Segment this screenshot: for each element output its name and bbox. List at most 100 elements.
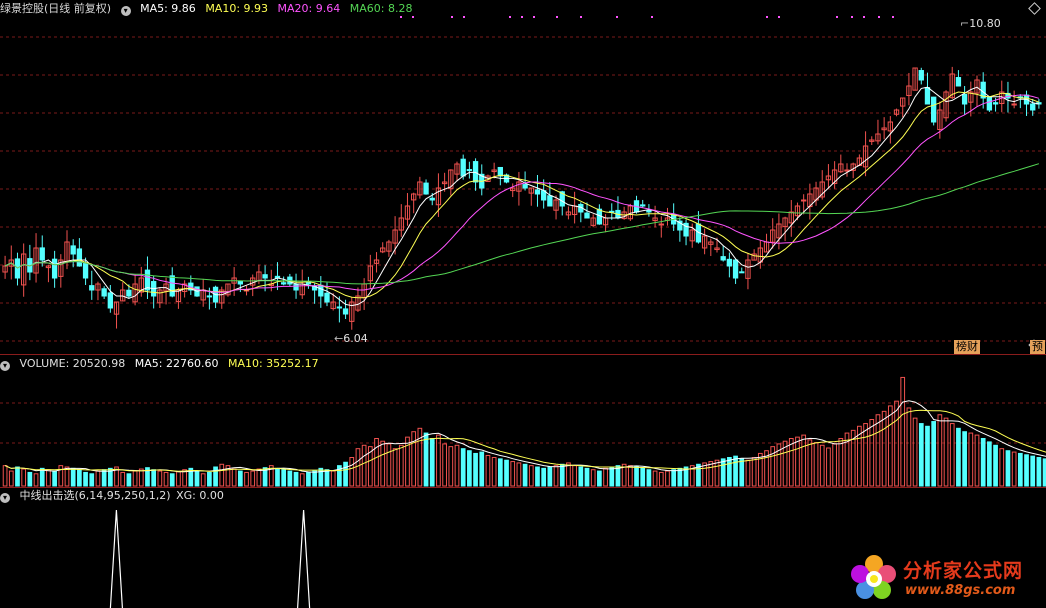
marker-dot (509, 16, 511, 18)
volume-bar (120, 471, 126, 487)
marker-dot (878, 16, 880, 18)
volume-bar (925, 425, 930, 487)
volume-bar (541, 467, 547, 487)
volume-bar (634, 466, 639, 487)
volume-bar (39, 467, 45, 487)
volume-bar (918, 423, 924, 487)
volume-bar (380, 440, 386, 487)
volume-bar (58, 465, 64, 487)
volume-bar (708, 461, 714, 487)
volume-bar (101, 469, 107, 487)
volume-bar (460, 448, 466, 487)
volume-bar (727, 457, 732, 487)
volume-bar (1030, 455, 1036, 487)
volume-bar (906, 407, 912, 487)
volume-bar (1024, 454, 1029, 487)
volume-bar (287, 470, 293, 487)
volume-bar (250, 470, 256, 487)
candle-body (89, 285, 95, 291)
volume-bar (200, 473, 206, 487)
low-value: 6.04 (343, 332, 368, 345)
volume-bar (671, 469, 677, 487)
candle-body (39, 247, 45, 261)
volume-bar (33, 473, 39, 487)
volume-bar (553, 465, 559, 487)
volume-bar (355, 448, 361, 487)
volume-bar (566, 462, 571, 487)
marker-dot (836, 16, 838, 18)
low-annotation: ←6.04 (334, 332, 368, 345)
candle-body (961, 93, 968, 105)
volume-bar (429, 438, 435, 487)
volume-bar (349, 457, 355, 487)
marker-dot (580, 16, 582, 18)
volume-bar (535, 466, 540, 487)
candle-body (342, 308, 349, 315)
volume-bar (176, 471, 181, 487)
candle-body (992, 102, 999, 105)
volume-ma10-line (4, 409, 1046, 472)
volume-bar (795, 436, 800, 487)
candle-body (472, 161, 479, 183)
volume-bar (665, 470, 670, 487)
volume-bar (157, 470, 163, 487)
volume-bar (411, 431, 417, 487)
volume-bar (949, 423, 955, 487)
candle-body (924, 87, 931, 105)
volume-bar (70, 467, 76, 487)
volume-bar (720, 458, 726, 487)
candle-body (281, 282, 287, 285)
forecast-badge[interactable]: 预 (1030, 340, 1045, 354)
volume-bar (516, 462, 522, 487)
volume-bar (423, 432, 429, 487)
marker-dot (892, 16, 894, 18)
volume-bar (491, 457, 497, 487)
volume-bar (993, 444, 998, 487)
candle-body (324, 292, 330, 303)
candle-body (466, 169, 473, 172)
volume-bar (832, 443, 837, 487)
volume-bar (479, 451, 485, 487)
volume-bar (603, 467, 608, 487)
volume-bar (126, 473, 132, 487)
volume-bar (980, 438, 986, 487)
candle-body (336, 306, 343, 309)
volume-bar (132, 470, 138, 487)
volume-bar (819, 444, 825, 487)
volume-bar (609, 466, 615, 487)
marker-dot (556, 16, 558, 18)
candle-body (169, 275, 175, 297)
volume-bar (497, 458, 503, 487)
volume-bar (881, 410, 887, 487)
candle-body (522, 184, 528, 189)
stock-chart[interactable] (0, 0, 1046, 608)
volume-bar (745, 459, 751, 487)
volume-bar (386, 443, 392, 487)
candle-body (801, 199, 807, 202)
volume-bar (788, 438, 794, 487)
volume-bar (442, 443, 447, 487)
candle-body (497, 166, 503, 177)
candle-body (262, 274, 268, 279)
volume-bar (875, 414, 881, 487)
candle-body (918, 70, 924, 81)
marker-dot (521, 16, 523, 18)
candle-body (658, 223, 664, 226)
volume-bar (522, 463, 528, 487)
candle-body (107, 292, 113, 309)
volume-bar (863, 423, 868, 487)
signal-spike (297, 509, 311, 608)
candle-body (237, 280, 244, 285)
volume-bar (330, 470, 336, 487)
volume-bar (275, 467, 280, 487)
volume-bar (640, 467, 646, 487)
high-annotation: ⌐10.80 (960, 17, 1001, 30)
high-value: 10.80 (969, 17, 1001, 30)
volume-bar (417, 427, 423, 487)
volume-bar (807, 439, 813, 487)
rank-badge[interactable]: 榜财 (954, 340, 980, 354)
volume-bar (207, 471, 212, 487)
volume-bar (987, 441, 992, 487)
volume-bar (751, 457, 757, 487)
volume-bar (912, 417, 918, 487)
